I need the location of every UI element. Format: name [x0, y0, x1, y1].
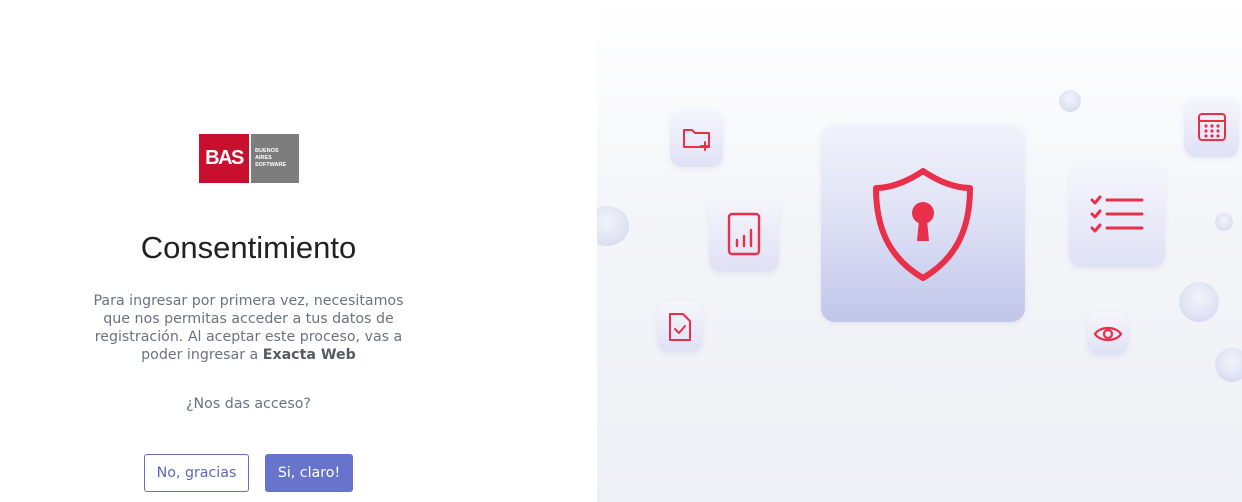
folder-card [670, 110, 723, 167]
shield-lock-icon [871, 166, 975, 282]
chart-card [709, 196, 779, 272]
consent-question: ¿Nos das acceso? [186, 396, 311, 412]
logo-word: SOFTWARE [255, 162, 287, 168]
logo-words: BUENOS AIRES SOFTWARE [251, 134, 299, 183]
decline-button[interactable]: No, gracias [144, 454, 249, 492]
description-text: Para ingresar por primera vez, necesitam… [93, 293, 404, 363]
logo-mark: BAS [199, 134, 249, 183]
decor-bubble [1059, 90, 1081, 112]
eye-card [1087, 312, 1128, 355]
consent-panel: BAS BUENOS AIRES SOFTWARE Consentimiento… [0, 0, 597, 502]
illustration-panel [597, 0, 1242, 502]
logo-word: BUENOS [255, 148, 279, 154]
accept-button[interactable]: Si, claro! [265, 454, 353, 492]
app-name: Exacta Web [262, 347, 356, 363]
decor-bubble [1215, 213, 1233, 231]
document-card [657, 301, 703, 352]
logo-word: AIRES [255, 155, 272, 161]
calendar-card [1184, 97, 1239, 157]
folder-plus-icon [682, 125, 712, 153]
decor-bubble [1215, 348, 1242, 382]
page-title: Consentimiento [140, 230, 357, 265]
bas-logo: BAS BUENOS AIRES SOFTWARE [199, 134, 299, 183]
consent-description: Para ingresar por primera vez, necesitam… [88, 292, 409, 364]
bar-chart-icon [727, 212, 761, 256]
eye-icon [1093, 324, 1123, 344]
decor-bubble [1179, 282, 1219, 322]
checklist-card [1069, 163, 1165, 267]
shield-card [821, 125, 1025, 322]
decor-bubble [597, 206, 629, 246]
checklist-icon [1090, 195, 1144, 235]
calendar-icon [1197, 112, 1227, 142]
document-check-icon [668, 312, 692, 342]
